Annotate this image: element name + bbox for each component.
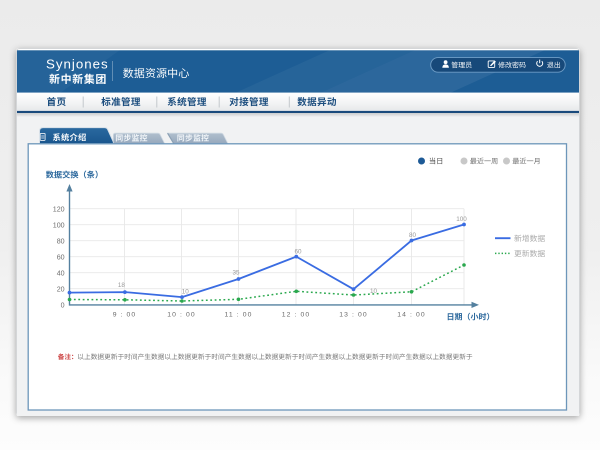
svg-text:80: 80 bbox=[409, 232, 417, 239]
svg-text:20: 20 bbox=[57, 285, 65, 293]
svg-text:60: 60 bbox=[294, 248, 302, 255]
svg-text:80: 80 bbox=[57, 237, 65, 245]
svg-text:10: 10 bbox=[182, 289, 190, 296]
svg-text:0: 0 bbox=[61, 301, 65, 309]
svg-text:35: 35 bbox=[232, 270, 240, 277]
svg-text:100: 100 bbox=[53, 221, 65, 229]
svg-text:13 : 00: 13 : 00 bbox=[339, 311, 368, 318]
svg-text:60: 60 bbox=[57, 253, 65, 261]
svg-text:120: 120 bbox=[53, 205, 65, 213]
svg-text:10 : 00: 10 : 00 bbox=[167, 311, 196, 318]
svg-text:18: 18 bbox=[118, 282, 126, 289]
svg-text:40: 40 bbox=[57, 269, 65, 277]
svg-text:11 : 00: 11 : 00 bbox=[225, 311, 253, 318]
svg-text:10: 10 bbox=[370, 288, 378, 295]
svg-text:Synjones: Synjones bbox=[46, 56, 109, 71]
svg-text:100: 100 bbox=[456, 216, 467, 223]
svg-text:14 : 00: 14 : 00 bbox=[397, 311, 426, 318]
svg-text:9 : 00: 9 : 00 bbox=[113, 311, 137, 318]
svg-text:12 : 00: 12 : 00 bbox=[282, 311, 311, 318]
